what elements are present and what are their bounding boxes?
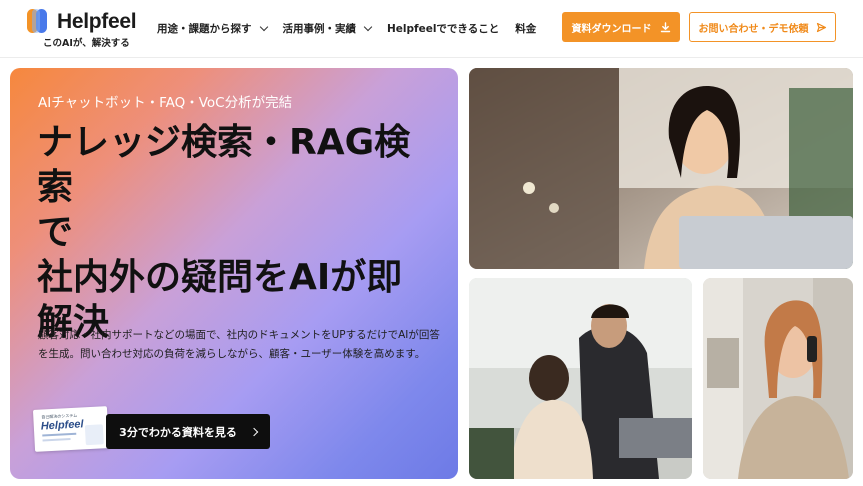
view-materials-button[interactable]: 3分でわかる資料を見る bbox=[106, 414, 270, 449]
chevron-down-icon bbox=[259, 22, 268, 31]
nav-item-label: 料金 bbox=[515, 22, 537, 35]
download-icon bbox=[660, 21, 671, 33]
contact-button-label: お問い合わせ・デモ依頼 bbox=[698, 23, 809, 35]
nav-item-case-studies[interactable]: 活用事例・実績 bbox=[282, 21, 373, 36]
woman-laptop-photo bbox=[469, 68, 853, 269]
send-icon bbox=[816, 22, 827, 33]
nav-item-label: 活用事例・実績 bbox=[282, 22, 357, 35]
contact-demo-button[interactable]: お問い合わせ・デモ依頼 bbox=[689, 12, 836, 42]
nav-item-pricing[interactable]: 料金 bbox=[515, 21, 536, 36]
colleagues-meeting-photo bbox=[469, 278, 692, 479]
helpfeel-logo-mark-icon bbox=[27, 9, 51, 33]
hero-title: ナレッジ検索・RAG検索 で 社内外の疑問をAIが即 解決 bbox=[37, 122, 411, 343]
hero-description: 顧客対応・社内サポートなどの場面で、社内のドキュメントをUPするだけでAIが回答… bbox=[38, 329, 440, 360]
nav-item-use-cases[interactable]: 用途・課題から探す bbox=[157, 21, 268, 36]
brochure-brand: Helpfeel bbox=[40, 418, 84, 433]
download-button-label: 資料ダウンロード bbox=[571, 23, 652, 35]
main-nav: 用途・課題から探す 活用事例・実績 Helpfeelでできること 料金 bbox=[157, 0, 536, 56]
brand-tagline: このAIが、解決する bbox=[43, 38, 130, 49]
nav-item-features[interactable]: Helpfeelでできること bbox=[387, 21, 499, 36]
brand-name: Helpfeel bbox=[57, 10, 137, 33]
nav-item-label: 用途・課題から探す bbox=[157, 22, 252, 35]
chevron-down-icon bbox=[363, 22, 373, 31]
woman-phone-call-photo bbox=[703, 278, 853, 479]
download-materials-button[interactable]: 資料ダウンロード bbox=[562, 12, 680, 42]
chevron-right-icon bbox=[249, 427, 259, 436]
brochure-thumbnail[interactable]: 自己解決のシステム Helpfeel bbox=[32, 406, 110, 452]
site-header: Helpfeel このAIが、解決する 用途・課題から探す 活用事例・実績 He… bbox=[0, 0, 863, 58]
nav-item-label: Helpfeelでできること bbox=[387, 22, 500, 35]
cta-label: 3分でわかる資料を見る bbox=[119, 425, 237, 439]
hero-panel: AIチャットボット・FAQ・VoC分析が完結 ナレッジ検索・RAG検索 で 社内… bbox=[10, 68, 458, 479]
hero-tagline: AIチャットボット・FAQ・VoC分析が完結 bbox=[38, 95, 293, 111]
helpfeel-logo[interactable]: Helpfeel このAIが、解決する bbox=[27, 8, 145, 50]
